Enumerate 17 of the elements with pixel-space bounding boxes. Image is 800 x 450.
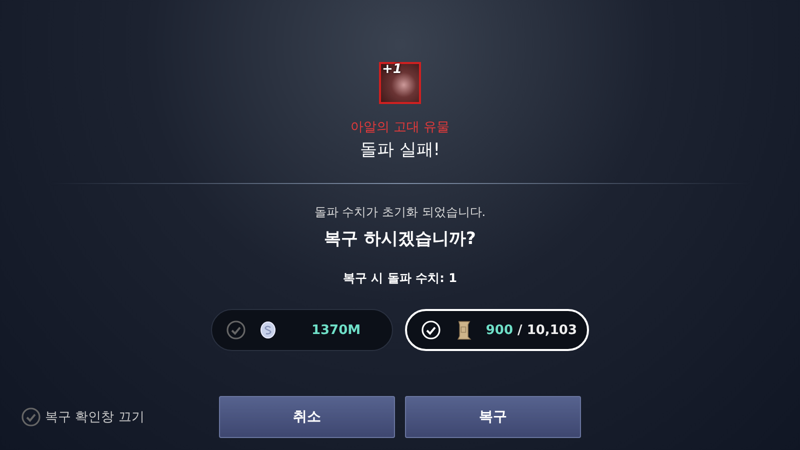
- question-text: 복구 하시겠습니까?: [324, 228, 476, 250]
- restore-info: 복구 시 돌파 수치: 1: [343, 270, 457, 287]
- coin-icon: [260, 321, 276, 339]
- check-icon: [421, 320, 441, 340]
- cost-option[interactable]: 900 / 10,103: [405, 309, 589, 351]
- cost-amount: 1370M: [310, 322, 362, 338]
- result-title: 돌파 실패!: [360, 139, 440, 161]
- check-icon: [226, 320, 246, 340]
- checkbox[interactable]: [21, 407, 41, 427]
- cost-amount: 900 / 10,103: [486, 322, 577, 338]
- message-text: 돌파 수치가 초기화 되었습니다.: [314, 204, 486, 221]
- checkbox-label: 복구 확인창 끄기: [45, 409, 144, 426]
- cancel-button[interactable]: 취소: [219, 396, 395, 438]
- item-name: 아알의 고대 유물: [350, 119, 450, 136]
- enhance-level: +1: [382, 62, 402, 77]
- cost-option[interactable]: 1370M: [211, 309, 393, 351]
- restore-button[interactable]: 복구: [405, 396, 581, 438]
